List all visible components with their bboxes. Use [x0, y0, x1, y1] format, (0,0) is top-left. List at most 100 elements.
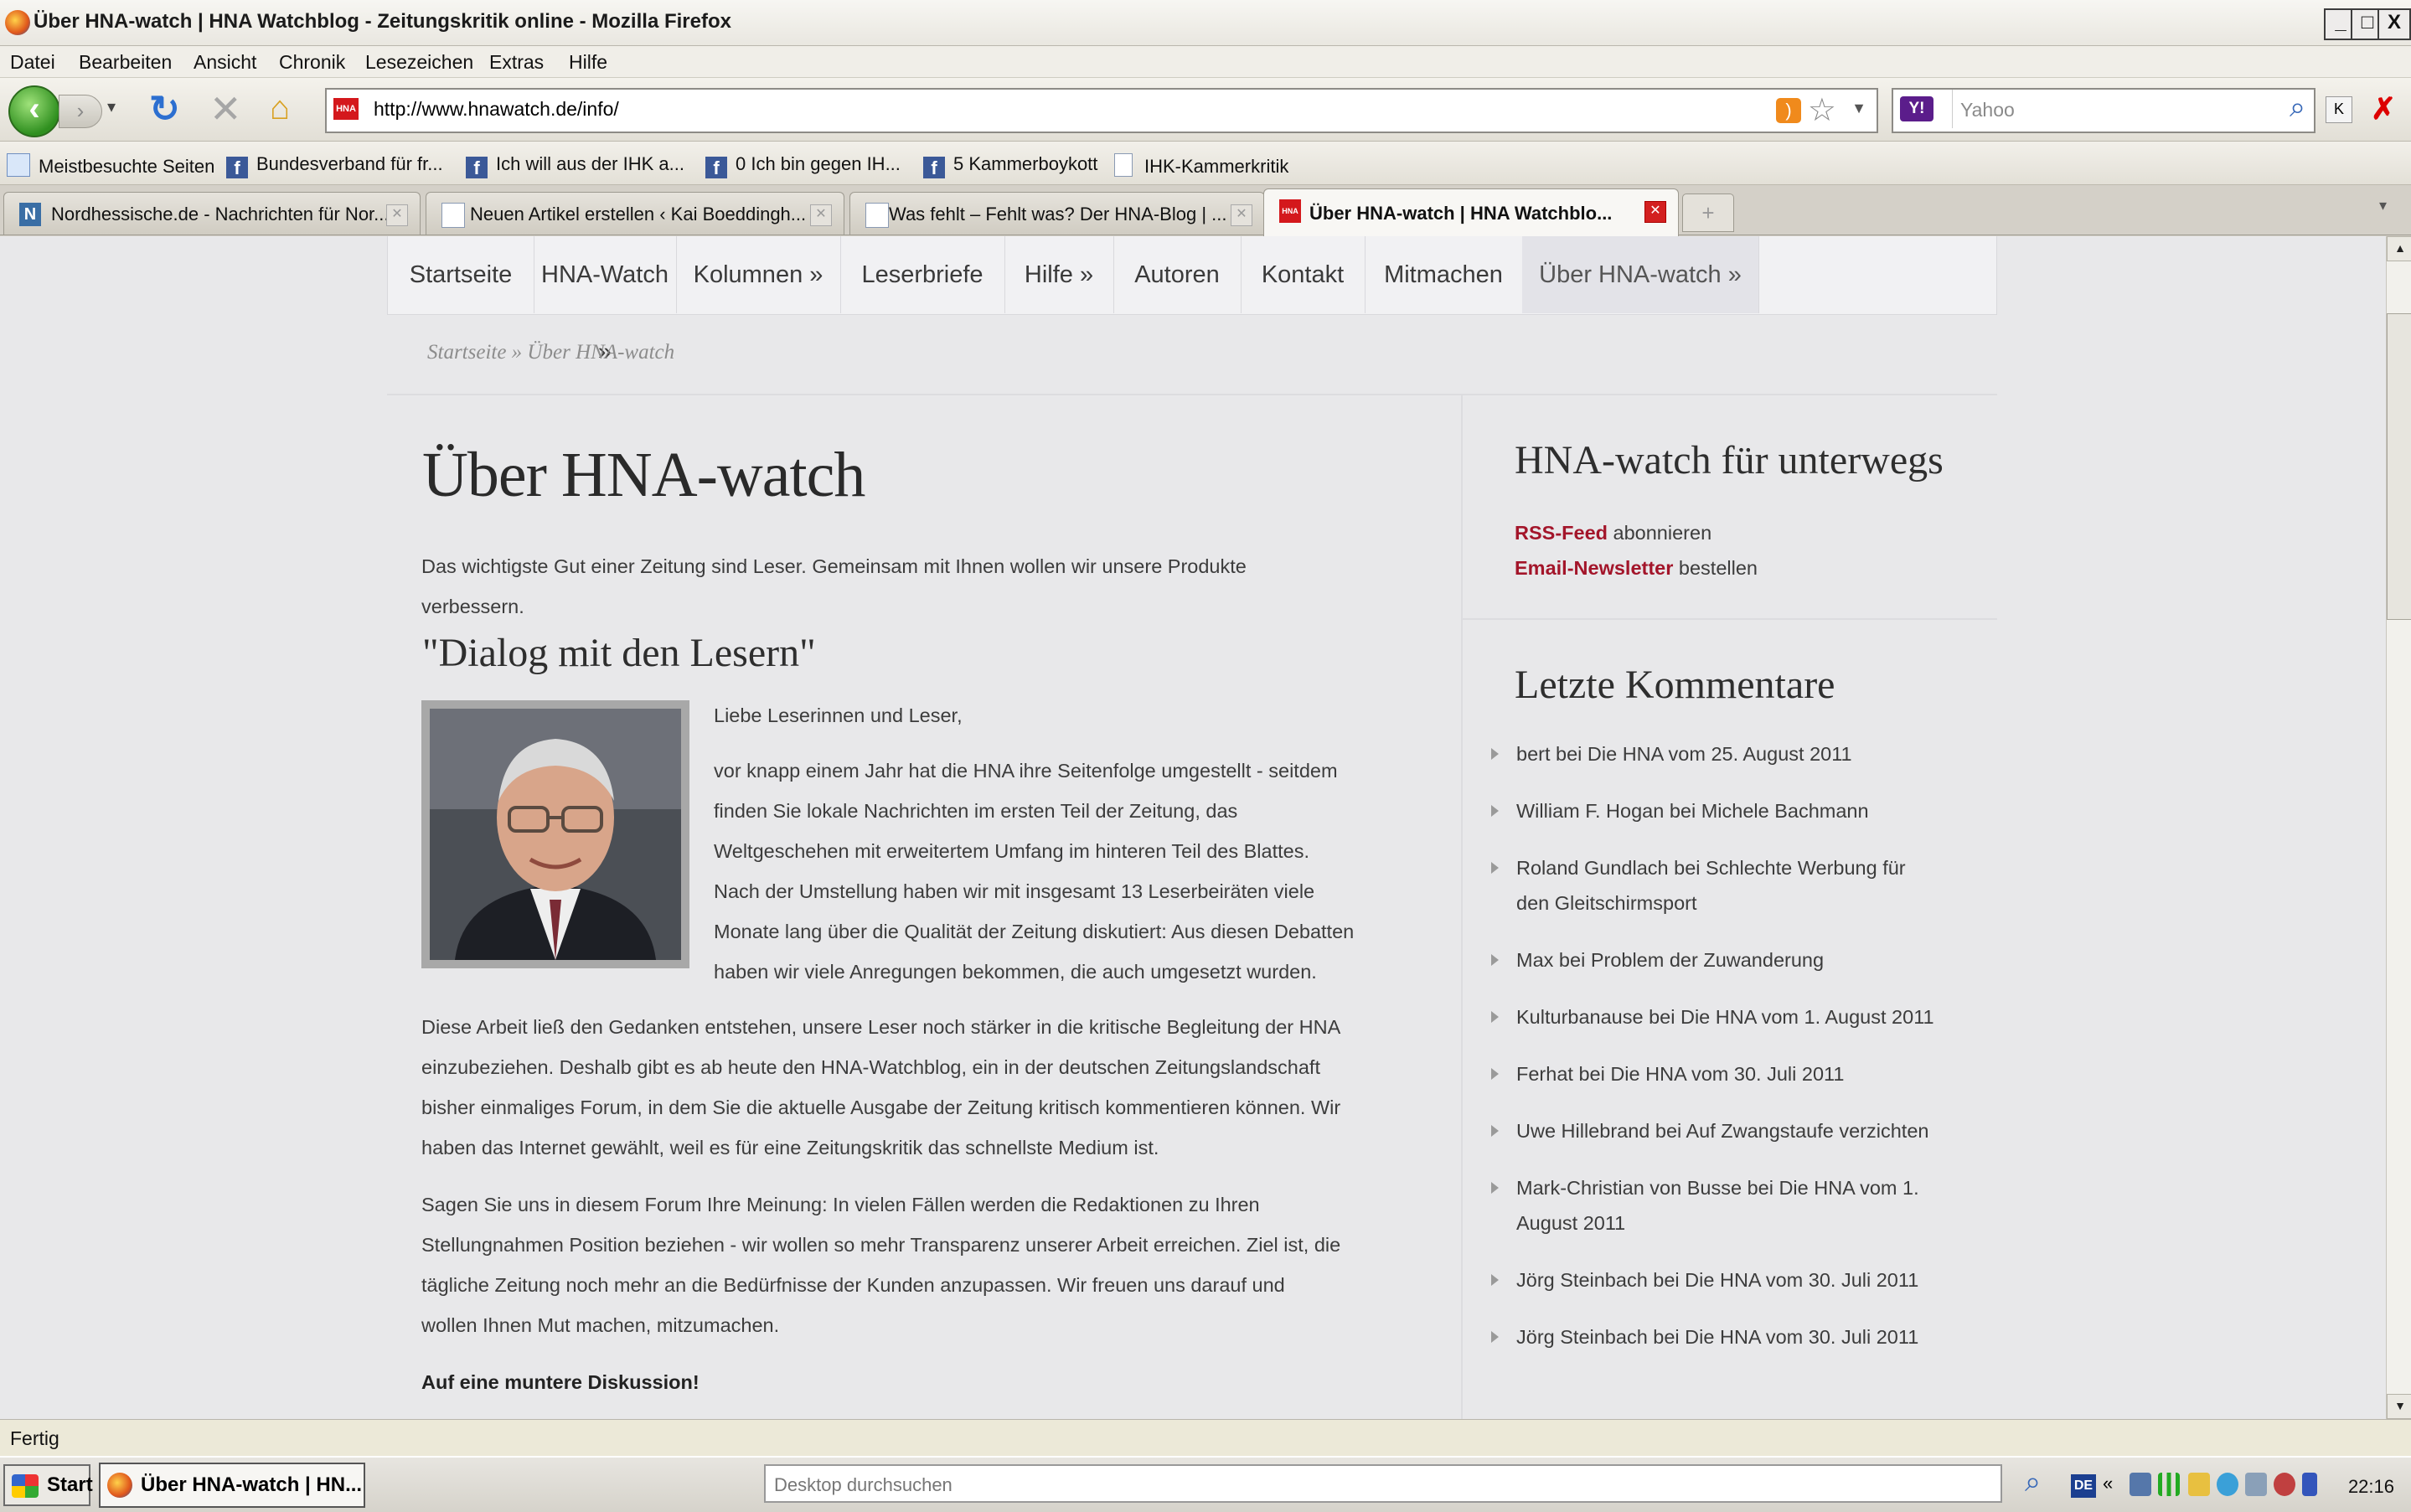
comment-item[interactable]: William F. Hogan bei Michele Bachmann	[1491, 793, 1994, 828]
column-divider	[1461, 395, 1463, 1419]
tab-close-icon[interactable]: ✕	[1644, 201, 1666, 223]
email-newsletter-link[interactable]: Email-Newsletter	[1515, 557, 1673, 579]
breadcrumb[interactable]: Startseite » Über HNA-watch	[427, 341, 674, 364]
history-dropdown-icon[interactable]: ▾	[107, 96, 116, 117]
bookmark-label: 0 Ich bin gegen IH...	[736, 153, 901, 174]
stop-icon[interactable]: ✕	[209, 86, 242, 132]
desktop-search-placeholder: Desktop durchsuchen	[774, 1474, 953, 1495]
globe-icon[interactable]	[2217, 1473, 2238, 1496]
url-dropdown-icon[interactable]: ▼	[1851, 100, 1866, 117]
body-line: wollen Ihnen Mut machen, mitzumachen.	[421, 1314, 780, 1336]
facebook-icon: f	[466, 157, 488, 178]
nav-kolumnen[interactable]: Kolumnen »	[676, 236, 841, 313]
bookmark-label: IHK-Kammerkritik	[1144, 156, 1289, 177]
bookmark-label: 5 Kammerboykott	[953, 153, 1098, 174]
desktop-search-icon[interactable]: ⌕	[2025, 1466, 2041, 1499]
scroll-up-icon[interactable]: ▲	[2387, 236, 2411, 261]
nav-kontakt[interactable]: Kontakt	[1241, 236, 1366, 313]
menu-chronik[interactable]: Chronik	[279, 51, 345, 74]
new-tab-button[interactable]: +	[1682, 194, 1734, 232]
bookmark-star-icon[interactable]: ☆	[1808, 91, 1836, 129]
nav-hilfe[interactable]: Hilfe »	[1004, 236, 1114, 313]
yahoo-engine-icon[interactable]: Y!	[1900, 96, 1933, 121]
reload-icon[interactable]: ↻	[149, 88, 180, 131]
menu-hilfe[interactable]: Hilfe	[569, 51, 607, 74]
tab-list-icon[interactable]: ▾	[2379, 197, 2387, 214]
device-icon[interactable]	[2302, 1473, 2317, 1496]
nav-hna-watch[interactable]: HNA-Watch »	[534, 236, 677, 365]
url-text[interactable]: http://www.hnawatch.de/info/	[374, 98, 619, 121]
tray-expand-icon[interactable]: «	[2103, 1473, 2124, 1496]
body-line: vor knapp einem Jahr hat die HNA ihre Se…	[714, 760, 1338, 782]
tab[interactable]: Neuen Artikel erstellen ‹ Kai Boeddingh.…	[426, 192, 844, 235]
nav-autoren[interactable]: Autoren	[1113, 236, 1242, 313]
page-icon	[1114, 153, 1133, 177]
back-button[interactable]: ‹	[8, 85, 60, 137]
bullet-icon	[1491, 862, 1499, 874]
home-icon[interactable]: ⌂	[270, 90, 290, 127]
body-line: Stellungnahmen Position beziehen - wir w…	[421, 1234, 1341, 1256]
bookmark-item[interactable]: IHK-Kammerkritik	[1114, 153, 1288, 178]
body-line: Diese Arbeit ließ den Gedanken entstehen…	[421, 1016, 1341, 1038]
desktop-search-input[interactable]: Desktop durchsuchen ⌕	[764, 1464, 2041, 1503]
language-indicator[interactable]: DE	[2071, 1474, 2096, 1498]
menu-ansicht[interactable]: Ansicht	[194, 51, 256, 74]
taskbar-window-item[interactable]: Über HNA-watch | HN...	[99, 1463, 365, 1508]
intro-line: Das wichtigste Gut einer Zeitung sind Le…	[421, 555, 1247, 577]
comment-item[interactable]: Uwe Hillebrand bei Auf Zwangstaufe verzi…	[1491, 1113, 1994, 1148]
comment-item[interactable]: Mark-Christian von Busse bei Die HNA vom…	[1491, 1170, 1994, 1241]
start-label: Start	[47, 1473, 93, 1496]
portrait-image	[430, 709, 681, 960]
comment-item[interactable]: Roland Gundlach bei Schlechte Werbung fü…	[1491, 850, 1994, 921]
vertical-scrollbar[interactable]: ▲ ▼	[2386, 236, 2411, 1419]
search-bar[interactable]: Y! Yahoo ⌕	[1892, 88, 2315, 133]
security-icon[interactable]	[2274, 1473, 2295, 1496]
bookmark-item[interactable]: f Ich will aus der IHK a...	[466, 153, 684, 178]
address-bar[interactable]: HNA http://www.hnawatch.de/info/ ) ☆ ▼	[325, 88, 1878, 133]
warning-icon[interactable]	[2188, 1473, 2210, 1496]
body-line: haben das Internet gewählt, weil es für …	[421, 1137, 1159, 1159]
scroll-thumb[interactable]	[2387, 313, 2411, 620]
search-magnifier-icon[interactable]: ⌕	[2290, 91, 2305, 124]
close-window-button[interactable]: X	[2377, 8, 2411, 40]
bookmark-item[interactable]: f Bundesverband für fr...	[226, 153, 443, 178]
body-line: haben wir viele Anregungen bekommen, die…	[714, 961, 1317, 983]
bookmark-item[interactable]: Meistbesuchte Seiten	[7, 153, 214, 178]
comment-item[interactable]: Jörg Steinbach bei Die HNA vom 30. Juli …	[1491, 1319, 1994, 1355]
rss-icon[interactable]: )	[1776, 98, 1801, 123]
network-icon[interactable]	[2130, 1473, 2151, 1496]
tab[interactable]: Was fehlt – Fehlt was? Der HNA-Blog | ..…	[849, 192, 1265, 235]
bookmark-item[interactable]: f 0 Ich bin gegen IH...	[705, 153, 901, 178]
signal-icon[interactable]	[2158, 1473, 2180, 1496]
rss-feed-link[interactable]: RSS-Feed	[1515, 522, 1608, 544]
site-navigation: Startseite HNA-Watch » Kolumnen » Leserb…	[387, 236, 1997, 365]
comment-item[interactable]: Max bei Problem der Zuwanderung	[1491, 942, 1994, 978]
menu-bearbeiten[interactable]: Bearbeiten	[79, 51, 172, 74]
tab[interactable]: N Nordhessische.de - Nachrichten für Nor…	[3, 192, 421, 235]
comment-item[interactable]: Jörg Steinbach bei Die HNA vom 30. Juli …	[1491, 1262, 1994, 1298]
tab-close-icon[interactable]: ✕	[1231, 204, 1252, 226]
bookmark-item[interactable]: f 5 Kammerboykott	[923, 153, 1097, 178]
comment-item[interactable]: Ferhat bei Die HNA vom 30. Juli 2011	[1491, 1056, 1994, 1091]
bullet-icon	[1491, 805, 1499, 817]
comment-item[interactable]: bert bei Die HNA vom 25. August 2011	[1491, 736, 1994, 771]
tab-close-icon[interactable]: ✕	[386, 204, 408, 226]
menu-lesezeichen[interactable]: Lesezeichen	[365, 51, 473, 74]
addon-x-icon[interactable]: ✗	[2371, 91, 2396, 126]
comment-item[interactable]: Kulturbanause bei Die HNA vom 1. August …	[1491, 999, 1994, 1035]
nav-mitmachen[interactable]: Mitmachen	[1365, 236, 1523, 313]
start-button[interactable]: Start	[3, 1464, 93, 1506]
addon-k-icon[interactable]: K	[2326, 96, 2352, 123]
nav-leserbriefe[interactable]: Leserbriefe	[840, 236, 1005, 313]
scroll-down-icon[interactable]: ▼	[2387, 1394, 2411, 1419]
nav-startseite[interactable]: Startseite	[388, 236, 534, 313]
tab-active[interactable]: HNA Über HNA-watch | HNA Watchblo... ✕	[1263, 188, 1679, 236]
nav-ueber-hna-watch[interactable]: Über HNA-watch »	[1522, 236, 1759, 313]
menu-datei[interactable]: Datei	[10, 51, 55, 74]
tab-close-icon[interactable]: ✕	[810, 204, 832, 226]
search-placeholder[interactable]: Yahoo	[1960, 99, 2015, 121]
forward-button[interactable]: ›	[59, 95, 102, 128]
menu-extras[interactable]: Extras	[489, 51, 544, 74]
tool-icon[interactable]	[2245, 1473, 2267, 1496]
rss-text: abonnieren	[1608, 522, 1712, 544]
